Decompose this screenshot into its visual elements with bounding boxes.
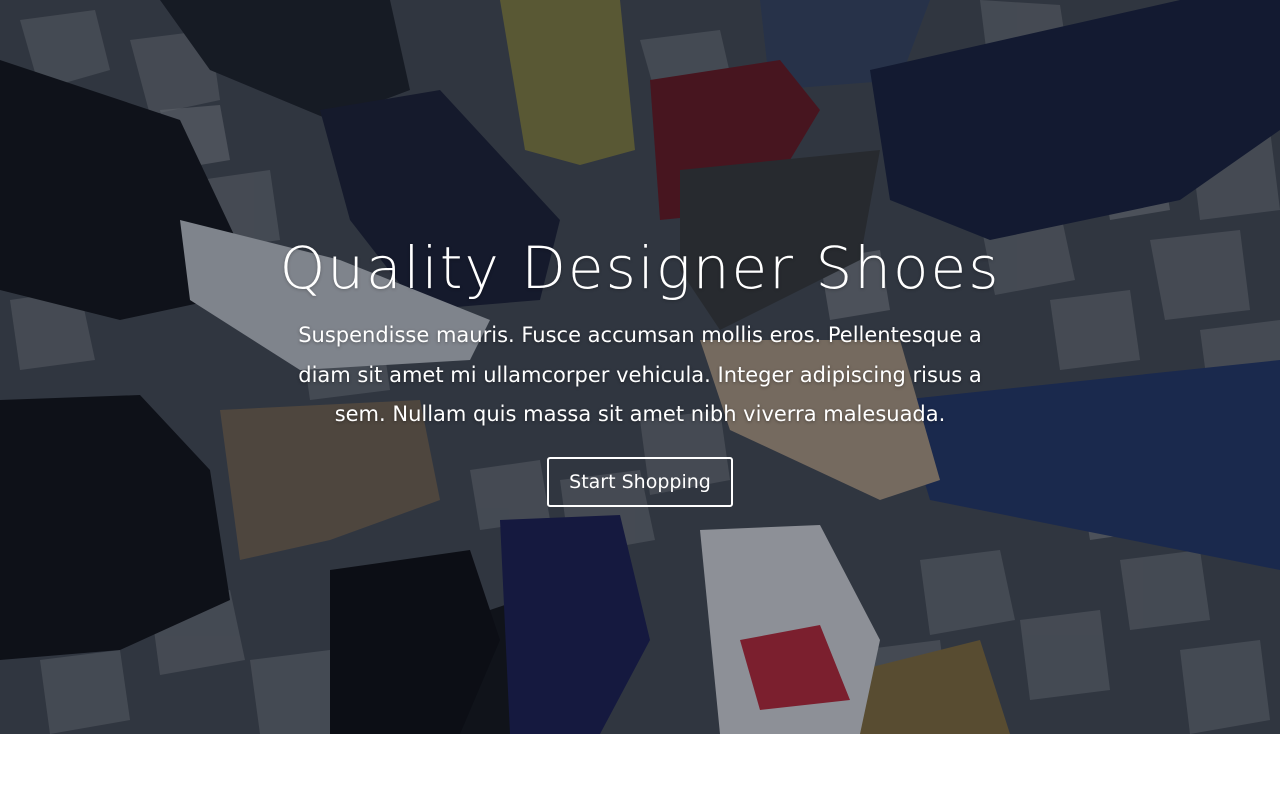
hero-title: Quality Designer Shoes: [279, 234, 1001, 302]
start-shopping-button[interactable]: Start Shopping: [547, 456, 733, 507]
hero-description: Suspendisse mauris. Fusce accumsan molli…: [298, 323, 982, 426]
hero-section: Quality Designer Shoes Suspendisse mauri…: [0, 0, 1280, 734]
hero-content: Quality Designer Shoes Suspendisse mauri…: [0, 228, 1280, 507]
page-below-hero: [0, 734, 1280, 800]
